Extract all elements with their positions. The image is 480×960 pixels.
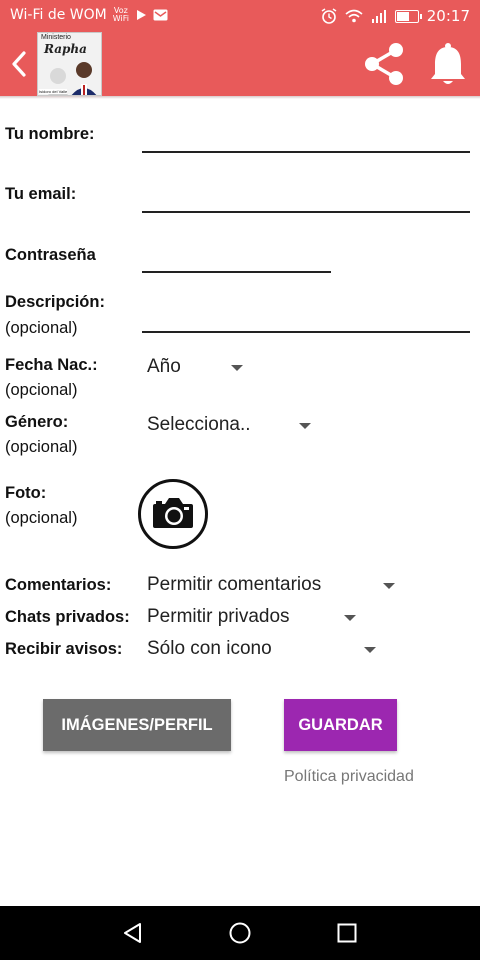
birth-year-select[interactable]: Año [147, 356, 257, 382]
logo-caption: Isidoro del Valle [39, 89, 68, 94]
chats-select[interactable]: Permitir privados [147, 606, 367, 632]
gender-label: Género: [5, 413, 69, 431]
battery-level [396, 11, 409, 21]
share-icon[interactable] [360, 40, 408, 88]
gender-optional: (opcional) [5, 438, 78, 456]
password-label: Contraseña [5, 246, 96, 264]
description-input[interactable] [142, 331, 470, 333]
back-triangle-icon[interactable] [121, 921, 145, 945]
notify-label: Recibir avisos: [5, 640, 123, 658]
back-icon[interactable] [8, 50, 30, 78]
photo-button[interactable] [138, 479, 208, 549]
status-right: 20:17 [321, 7, 470, 25]
comments-select[interactable]: Permitir comentarios [147, 574, 407, 600]
appbar-shadow [0, 96, 480, 99]
description-optional: (opcional) [5, 319, 78, 337]
battery-icon [394, 9, 422, 23]
save-button[interactable]: GUARDAR [284, 699, 397, 751]
images-profile-button[interactable]: IMÁGENES/PERFIL [43, 699, 231, 751]
chevron-down-icon [299, 423, 311, 429]
home-circle-icon[interactable] [228, 921, 252, 945]
logo-portrait [47, 62, 97, 95]
photo-optional: (opcional) [5, 509, 78, 527]
chevron-down-icon [364, 647, 376, 653]
email-input[interactable] [142, 211, 470, 213]
password-input[interactable] [142, 271, 331, 273]
camera-icon [153, 498, 193, 528]
mail-icon [153, 9, 168, 21]
alarm-icon [321, 8, 337, 24]
app-logo: Ministerio Rapha Isidoro del Valle [37, 32, 102, 96]
birth-label: Fecha Nac.: [5, 356, 98, 374]
chevron-down-icon [231, 365, 243, 371]
clock: 20:17 [426, 7, 470, 25]
wifi-icon [345, 9, 363, 23]
nav-bar [0, 906, 480, 960]
bell-icon[interactable] [428, 42, 468, 86]
notify-select[interactable]: Sólo con icono [147, 638, 387, 664]
voz-wifi-indicator: Voz WiFi [113, 7, 129, 23]
notify-value: Sólo con icono [147, 638, 272, 659]
app-bar: Ministerio Rapha Isidoro del Valle [0, 32, 480, 96]
recents-square-icon[interactable] [335, 921, 359, 945]
play-icon [136, 10, 146, 20]
wifi-text: WiFi [112, 14, 129, 23]
comments-label: Comentarios: [5, 576, 112, 594]
privacy-link[interactable]: Política privacidad [284, 768, 414, 786]
comments-value: Permitir comentarios [147, 574, 322, 595]
gender-value: Selecciona.. [147, 414, 251, 435]
chevron-down-icon [383, 583, 395, 589]
email-label: Tu email: [5, 185, 77, 203]
name-input[interactable] [142, 151, 470, 153]
status-bar: Wi-Fi de WOM Voz WiFi 20:17 [0, 0, 480, 32]
chevron-down-icon [344, 615, 356, 621]
chats-label: Chats privados: [5, 608, 130, 626]
birth-year-value: Año [147, 356, 181, 377]
carrier-text: Wi-Fi de WOM [10, 7, 107, 23]
gender-select[interactable]: Selecciona.. [147, 414, 327, 440]
status-left: Wi-Fi de WOM Voz WiFi [10, 7, 168, 23]
description-label: Descripción: [5, 293, 105, 311]
chats-value: Permitir privados [147, 606, 290, 627]
name-label: Tu nombre: [5, 125, 95, 143]
photo-label: Foto: [5, 484, 47, 502]
birth-optional: (opcional) [5, 381, 78, 399]
signal-icon [371, 10, 386, 23]
